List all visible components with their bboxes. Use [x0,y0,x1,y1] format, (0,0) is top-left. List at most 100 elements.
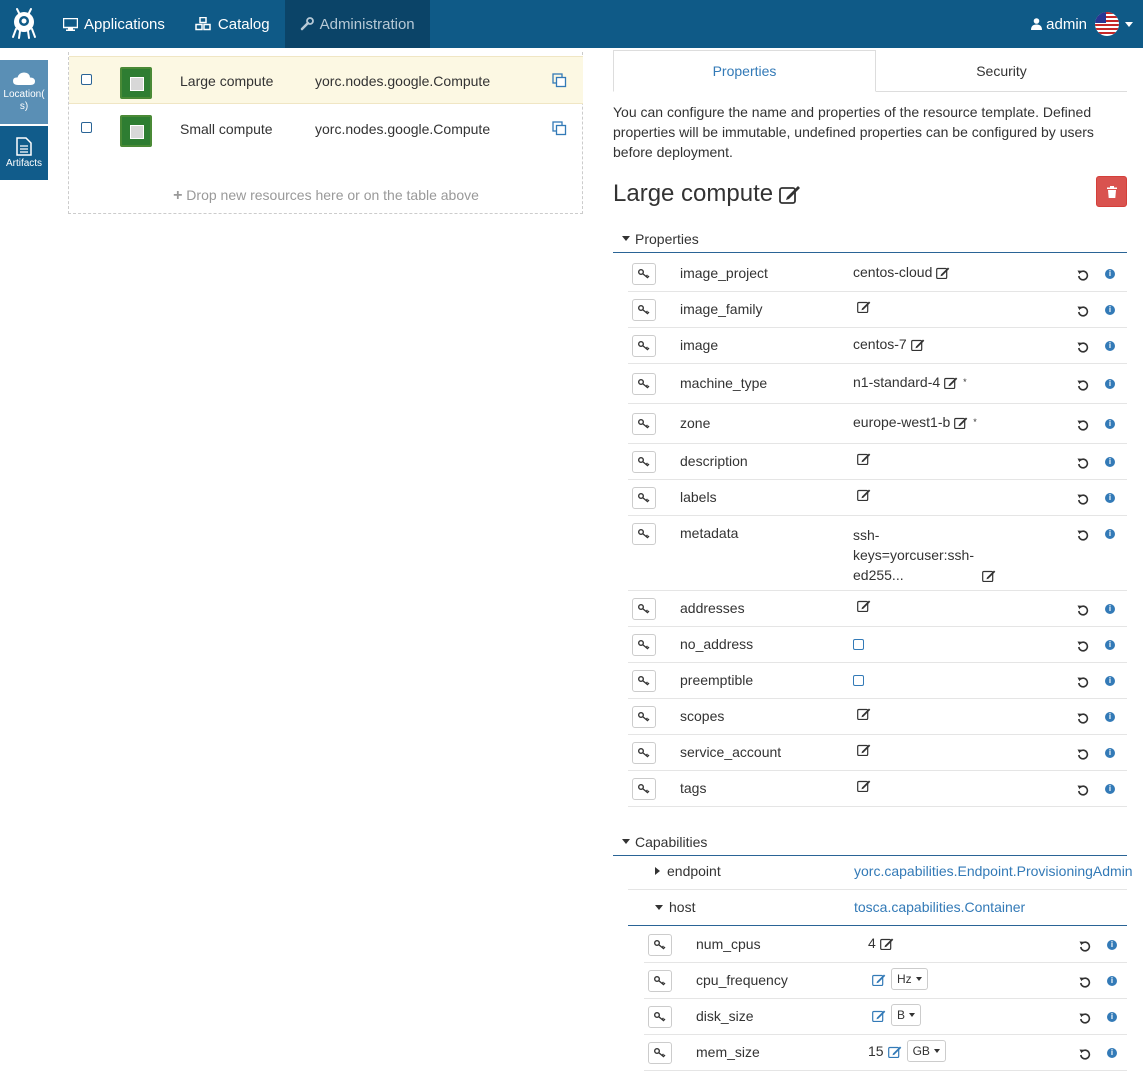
undo-icon[interactable] [1077,493,1089,505]
info-icon[interactable]: i [1107,1012,1117,1022]
key-toggle-button[interactable] [632,451,656,473]
tab-security[interactable]: Security [876,50,1127,92]
edit-icon[interactable] [879,937,894,950]
info-icon[interactable]: i [1105,269,1115,279]
undo-icon[interactable] [1077,419,1089,431]
capability-type-link[interactable]: yorc.capabilities.Endpoint.ProvisioningA… [854,863,1133,879]
property-checkbox[interactable] [853,675,864,686]
undo-icon[interactable] [1079,1012,1091,1024]
key-toggle-button[interactable] [648,934,672,956]
edit-icon[interactable] [954,416,968,429]
edit-icon[interactable] [857,599,871,612]
undo-icon[interactable] [1079,976,1091,988]
alien4cloud-logo[interactable] [0,0,48,48]
key-toggle-button[interactable] [632,706,656,728]
edit-icon[interactable] [779,184,801,204]
info-icon[interactable]: i [1105,529,1115,539]
undo-icon[interactable] [1077,784,1089,796]
capabilities-section-header[interactable]: Capabilities [613,828,1127,856]
drop-zone-hint[interactable]: + Drop new resources here or on the tabl… [69,187,583,205]
info-icon[interactable]: i [1105,604,1115,614]
key-toggle-button[interactable] [632,413,656,435]
undo-icon[interactable] [1077,305,1089,317]
undo-icon[interactable] [1077,457,1089,469]
key-toggle-button[interactable] [632,670,656,692]
info-icon[interactable]: i [1105,341,1115,351]
resource-checkbox[interactable] [81,74,92,85]
edit-icon[interactable] [872,973,886,986]
key-toggle-button[interactable] [632,523,656,545]
unit-dropdown[interactable]: B [891,1004,922,1026]
key-toggle-button[interactable] [648,1006,672,1028]
capability-endpoint-row[interactable]: endpoint yorc.capabilities.Endpoint.Prov… [628,854,1133,890]
unit-dropdown[interactable]: GB [906,1040,946,1062]
properties-section-header[interactable]: Properties [613,225,1127,253]
nav-administration[interactable]: Administration [284,0,430,48]
info-icon[interactable]: i [1105,712,1115,722]
key-toggle-button[interactable] [648,970,672,992]
key-toggle-button[interactable] [632,598,656,620]
edit-icon[interactable] [982,569,996,583]
key-toggle-button[interactable] [632,487,656,509]
info-icon[interactable]: i [1105,419,1115,429]
info-icon[interactable]: i [1105,493,1115,503]
info-icon[interactable]: i [1105,748,1115,758]
undo-icon[interactable] [1077,676,1089,688]
undo-icon[interactable] [1077,712,1089,724]
info-icon[interactable]: i [1107,976,1117,986]
key-toggle-button[interactable] [648,1042,672,1064]
key-toggle-button[interactable] [632,373,656,395]
info-icon[interactable]: i [1107,1048,1117,1058]
key-toggle-button[interactable] [632,634,656,656]
resource-row[interactable]: Small compute yorc.nodes.google.Compute [69,105,583,153]
undo-icon[interactable] [1077,640,1089,652]
info-icon[interactable]: i [1105,379,1115,389]
unit-dropdown[interactable]: Hz [891,968,928,990]
edit-icon[interactable] [887,1045,902,1058]
edit-icon[interactable] [944,376,958,389]
property-checkbox[interactable] [853,639,864,650]
info-icon[interactable]: i [1105,305,1115,315]
edit-icon[interactable] [857,488,871,501]
user-menu[interactable]: admin [1031,0,1133,48]
undo-icon[interactable] [1077,604,1089,616]
undo-icon[interactable] [1079,940,1091,952]
key-toggle-button[interactable] [632,299,656,321]
key-toggle-button[interactable] [632,778,656,800]
edit-icon[interactable] [857,707,871,720]
tab-properties[interactable]: Properties [613,50,876,92]
info-icon[interactable]: i [1105,457,1115,467]
edit-icon[interactable] [857,779,871,792]
undo-icon[interactable] [1077,748,1089,760]
edit-icon[interactable] [936,266,950,279]
nav-catalog[interactable]: Catalog [180,0,285,48]
key-toggle-button[interactable] [632,335,656,357]
edit-icon[interactable] [872,1009,886,1022]
resource-row[interactable]: Large compute yorc.nodes.google.Compute [69,56,583,104]
info-icon[interactable]: i [1105,676,1115,686]
edit-icon[interactable] [857,452,871,465]
delete-button[interactable] [1096,176,1127,207]
edit-icon[interactable] [910,338,925,351]
edit-icon[interactable] [857,300,871,313]
key-toggle-button[interactable] [632,742,656,764]
undo-icon[interactable] [1079,1048,1091,1060]
key-toggle-button[interactable] [632,263,656,285]
rail-artifacts[interactable]: Artifacts [0,126,48,180]
undo-icon[interactable] [1077,529,1089,541]
info-icon[interactable]: i [1107,940,1117,950]
capability-type-link[interactable]: tosca.capabilities.Container [854,899,1025,915]
copy-icon[interactable] [552,121,567,136]
info-icon[interactable]: i [1105,640,1115,650]
capability-host-row[interactable]: host tosca.capabilities.Container [628,890,1127,926]
undo-icon[interactable] [1077,379,1089,391]
us-flag-icon[interactable] [1095,12,1119,36]
copy-icon[interactable] [552,73,567,88]
undo-icon[interactable] [1077,269,1089,281]
undo-icon[interactable] [1077,341,1089,353]
nav-applications[interactable]: Applications [48,0,180,48]
resource-checkbox[interactable] [81,122,92,133]
rail-locations[interactable]: Location( s) [0,60,48,124]
info-icon[interactable]: i [1105,784,1115,794]
edit-icon[interactable] [857,743,871,756]
